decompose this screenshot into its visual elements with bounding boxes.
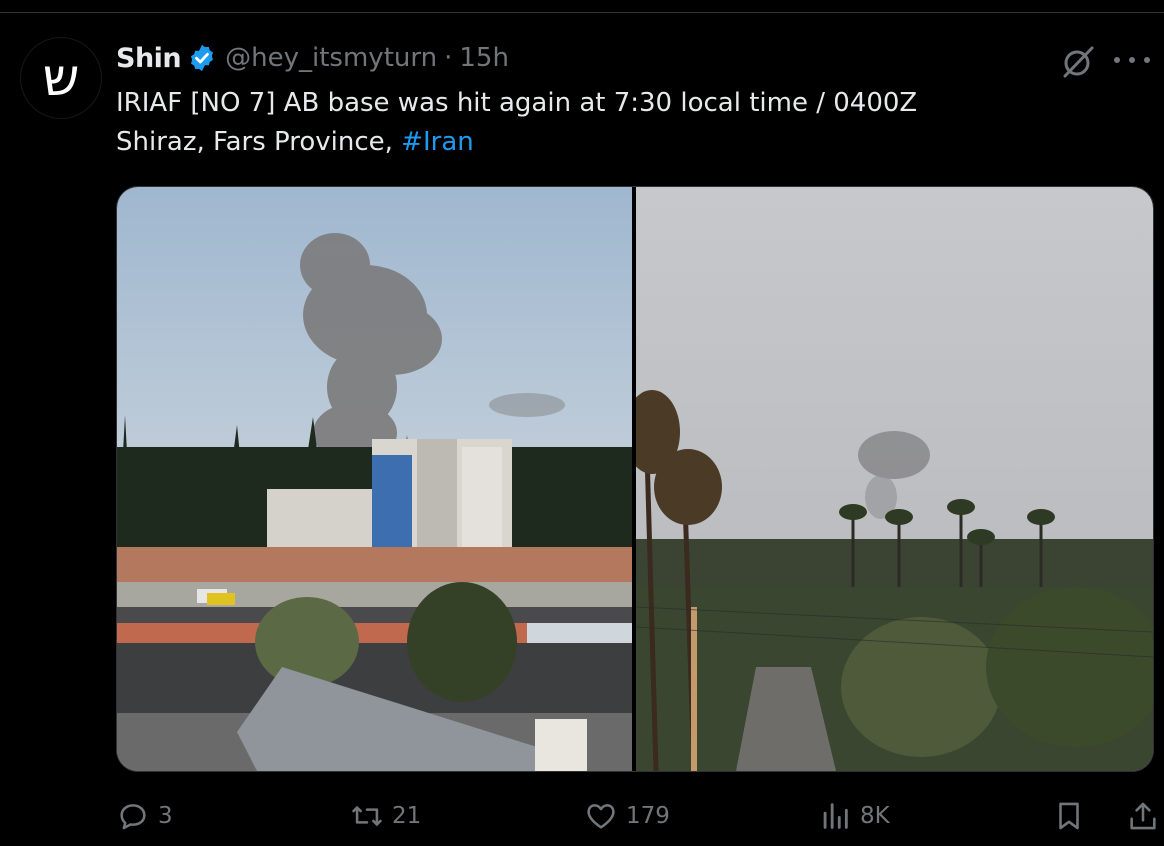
avatar[interactable]: ש <box>20 37 102 119</box>
like-button[interactable]: 179 <box>584 796 670 836</box>
share-button[interactable] <box>1126 796 1160 836</box>
retweet-button[interactable]: 21 <box>350 796 421 836</box>
heart-icon <box>587 804 615 829</box>
tweet-text-line2: Shiraz, Fars Province, #Iran <box>116 123 1116 162</box>
reply-button[interactable]: 3 <box>116 796 173 836</box>
views-count: 8K <box>860 803 890 829</box>
top-divider <box>0 12 1164 13</box>
grok-icon[interactable] <box>1058 42 1098 82</box>
avatar-glyph: ש <box>42 48 80 108</box>
bookmark-button[interactable] <box>1052 796 1086 836</box>
retweet-icon <box>352 806 382 826</box>
author-name[interactable]: Shin <box>116 43 182 74</box>
like-count: 179 <box>626 803 670 829</box>
retweet-count: 21 <box>392 803 422 829</box>
action-bar: 3 21 179 8K <box>116 796 1156 836</box>
verified-badge-icon[interactable] <box>187 43 217 73</box>
tweet-text: IRIAF [NO 7] AB base was hit again at 7:… <box>116 84 1116 162</box>
tweet-text-location: Shiraz, Fars Province, <box>116 127 402 157</box>
more-dots-icon[interactable] <box>1114 48 1150 72</box>
media-grid <box>116 186 1154 772</box>
bookmark-icon <box>1059 802 1079 830</box>
photo-left[interactable] <box>117 187 632 771</box>
photo-right[interactable] <box>636 187 1153 771</box>
views-icon <box>823 803 848 829</box>
reply-icon <box>120 804 146 830</box>
tweet-text-line1: IRIAF [NO 7] AB base was hit again at 7:… <box>116 88 918 118</box>
header-separator: · <box>444 43 453 73</box>
hashtag-link[interactable]: #Iran <box>401 127 474 157</box>
reply-count: 3 <box>158 803 173 829</box>
tweet-time[interactable]: 15h <box>459 43 509 73</box>
share-icon <box>1130 802 1156 830</box>
views-button[interactable]: 8K <box>818 796 890 836</box>
tweet-header: Shin @hey_itsmyturn · 15h <box>116 40 509 76</box>
author-handle[interactable]: @hey_itsmyturn <box>225 43 437 73</box>
